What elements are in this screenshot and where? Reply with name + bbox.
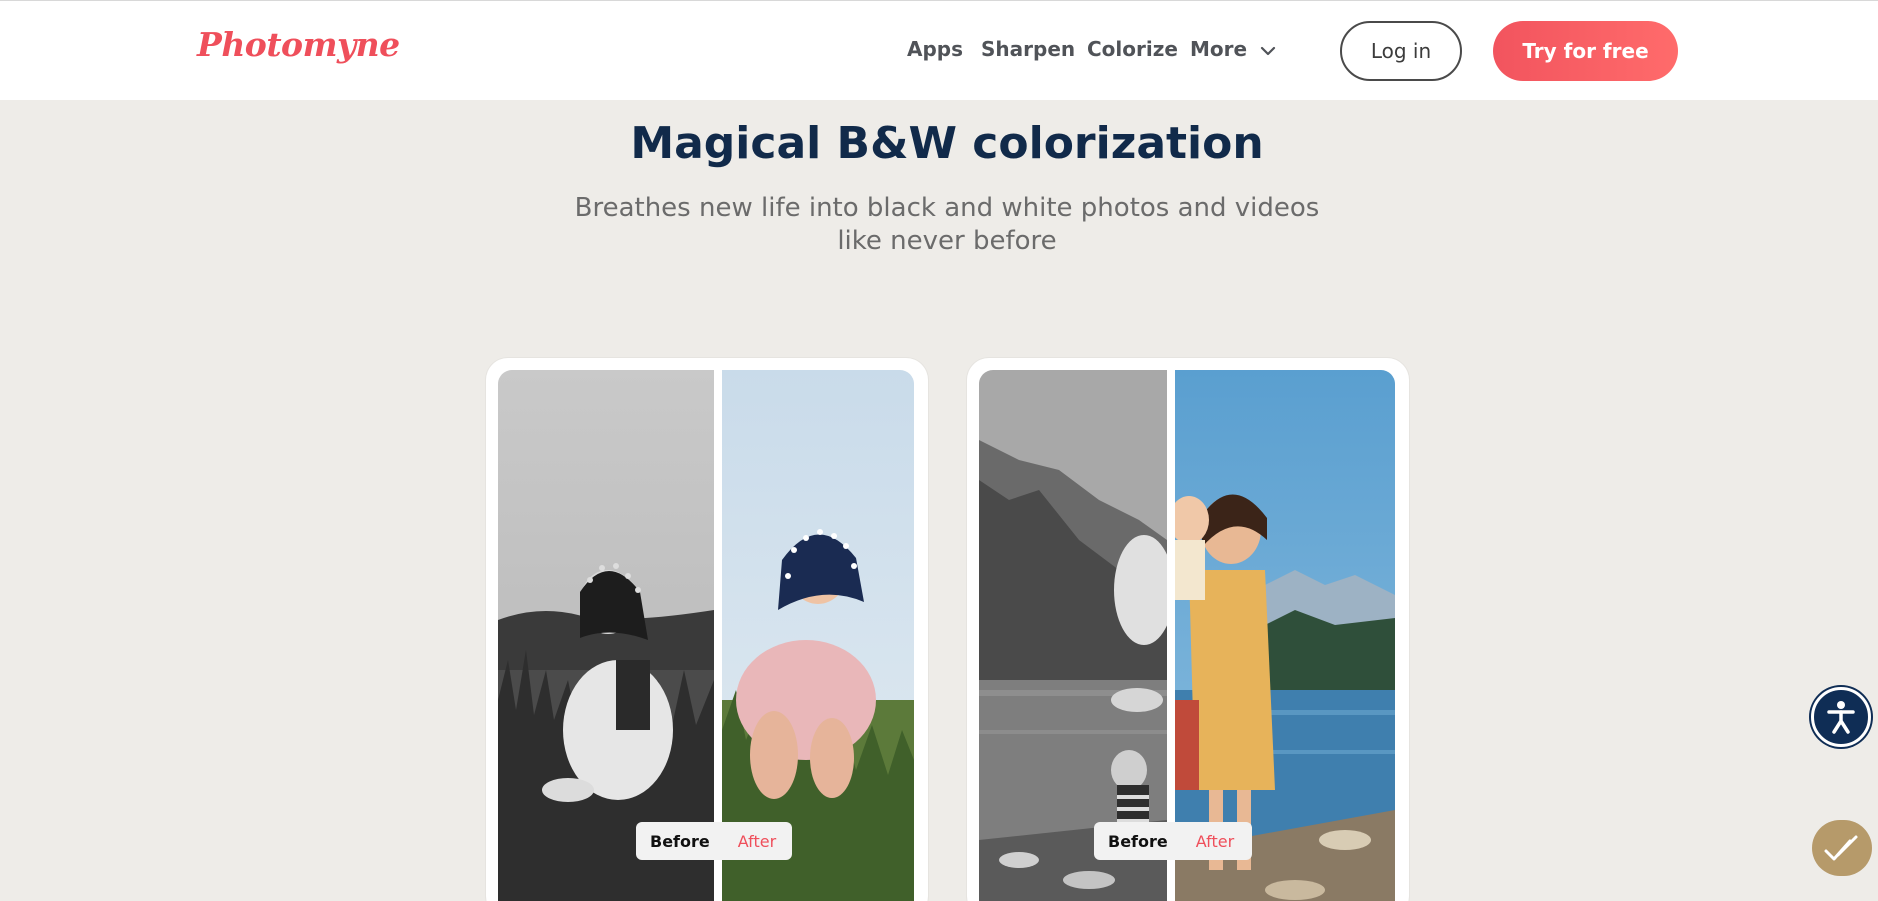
before-toggle-option[interactable]: Before [636, 822, 724, 860]
nav-colorize[interactable]: Colorize [1087, 37, 1178, 61]
accessibility-icon [1827, 701, 1855, 734]
nav-more[interactable]: More [1190, 37, 1276, 61]
before-after-card-1 [486, 358, 928, 901]
login-button[interactable]: Log in [1340, 21, 1462, 81]
chevron-down-icon [1260, 46, 1276, 55]
hero-subtitle: Breathes new life into black and white p… [574, 193, 1320, 256]
after-toggle-option[interactable]: After [724, 822, 790, 860]
nav-sharpen[interactable]: Sharpen [981, 37, 1075, 61]
checkmark-icon [1824, 835, 1858, 861]
nav-more-label: More [1190, 37, 1248, 61]
photomyne-logo[interactable]: Photomyne [197, 25, 400, 64]
try-for-free-button[interactable]: Try for free [1493, 21, 1678, 81]
before-after-card-2 [967, 358, 1409, 901]
site-header: Photomyne Apps Sharpen Colorize More Log… [0, 0, 1878, 100]
before-after-toggle-2[interactable]: Before After [1094, 822, 1252, 860]
hero-title: Magical B&W colorization [630, 118, 1264, 169]
before-after-toggle-1[interactable]: Before After [636, 822, 792, 860]
checkmark-widget-button[interactable] [1812, 820, 1872, 876]
nav-apps[interactable]: Apps [907, 37, 963, 61]
before-toggle-option[interactable]: Before [1094, 822, 1182, 860]
accessibility-button[interactable] [1811, 687, 1871, 747]
after-toggle-option[interactable]: After [1182, 822, 1248, 860]
